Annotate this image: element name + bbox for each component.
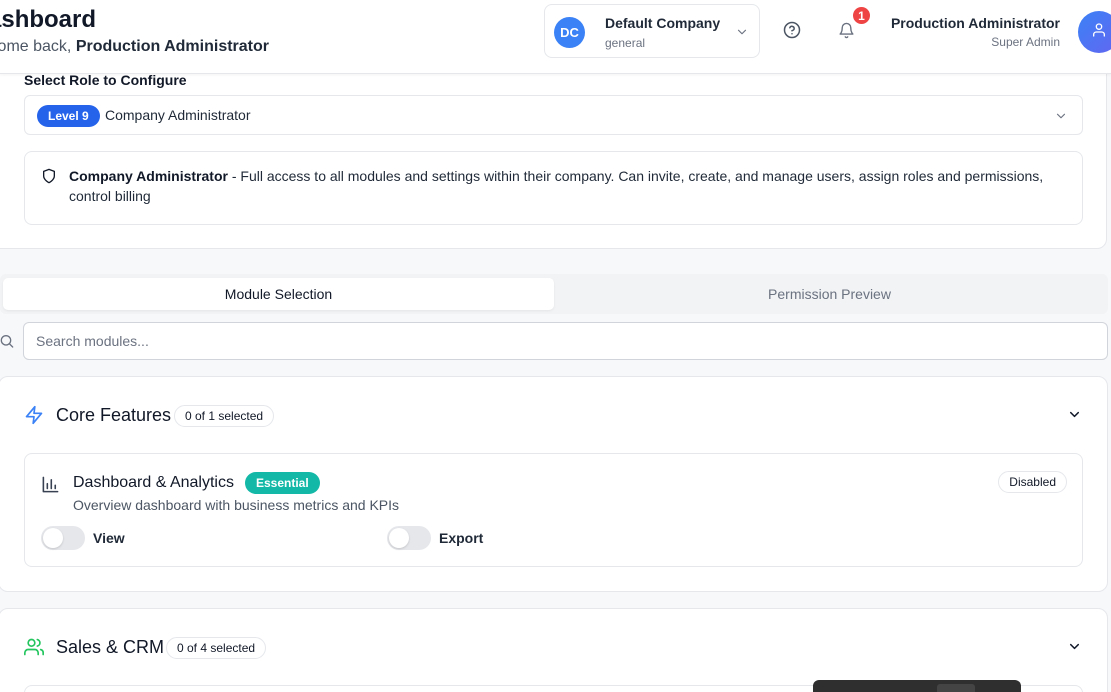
company-plan: general — [605, 36, 646, 50]
role-description-title: Company Administrator — [69, 168, 228, 184]
user-avatar[interactable] — [1078, 11, 1111, 53]
module-status-badge: Disabled — [998, 471, 1067, 493]
level-badge: Level 9 — [37, 105, 100, 127]
top-header: ashboard lcome back, Production Administ… — [0, 0, 1111, 74]
essential-badge: Essential — [245, 472, 320, 494]
welcome-user-name: Production Administrator — [75, 38, 269, 55]
notification-badge: 1 — [851, 5, 872, 26]
tab-permission-preview[interactable]: Permission Preview — [554, 278, 1105, 310]
export-toggle-label: Export — [439, 530, 484, 546]
zap-icon — [24, 405, 44, 430]
selected-count-badge: 0 of 4 selected — [166, 637, 267, 659]
search-input[interactable] — [23, 322, 1108, 360]
selected-count-badge: 0 of 1 selected — [174, 405, 275, 427]
search-icon — [0, 333, 16, 354]
chevron-down-icon[interactable] — [1067, 407, 1082, 427]
tab-module-selection[interactable]: Module Selection — [3, 278, 554, 310]
section-title: Core Features — [56, 405, 172, 425]
bell-icon[interactable] — [836, 20, 856, 40]
bar-chart-icon — [41, 475, 60, 499]
view-toggle[interactable] — [41, 526, 85, 550]
company-switcher[interactable]: DC Default Company general — [544, 4, 760, 58]
role-description-text: Company Administrator - Full access to a… — [69, 166, 1059, 206]
tab-list: Module Selection Permission Preview — [0, 274, 1108, 314]
shield-icon — [41, 168, 57, 189]
section-title: Sales & CRM — [56, 637, 165, 657]
role-description: Company Administrator - Full access to a… — [24, 151, 1083, 225]
toast-action[interactable] — [937, 684, 975, 692]
export-toggle[interactable] — [387, 526, 431, 550]
welcome-prefix: lcome back, — [0, 38, 72, 55]
chevron-down-icon — [735, 25, 749, 44]
chevron-down-icon — [1054, 109, 1068, 128]
selected-role: Company Administrator — [105, 107, 251, 123]
company-name: Default Company — [605, 15, 721, 31]
toast-notification — [813, 680, 1021, 692]
help-icon[interactable] — [782, 20, 802, 40]
view-toggle-label: View — [93, 530, 125, 546]
module-name: Dashboard & Analytics — [73, 474, 234, 491]
module-description: Overview dashboard with business metrics… — [73, 497, 400, 513]
role-select-label: Select Role to Configure — [24, 72, 187, 88]
welcome-message: lcome back, Production Administrator — [0, 38, 269, 56]
user-name: Production Administrator — [890, 15, 1060, 31]
role-select[interactable]: Level 9 Company Administrator — [24, 95, 1083, 135]
company-avatar: DC — [554, 17, 585, 48]
chevron-down-icon[interactable] — [1067, 639, 1082, 659]
user-role: Super Admin — [991, 35, 1060, 49]
module-card: Dashboard & Analytics Essential Overview… — [24, 453, 1083, 567]
user-icon — [1091, 22, 1107, 43]
page-title: ashboard — [0, 6, 97, 33]
users-icon — [24, 637, 45, 662]
